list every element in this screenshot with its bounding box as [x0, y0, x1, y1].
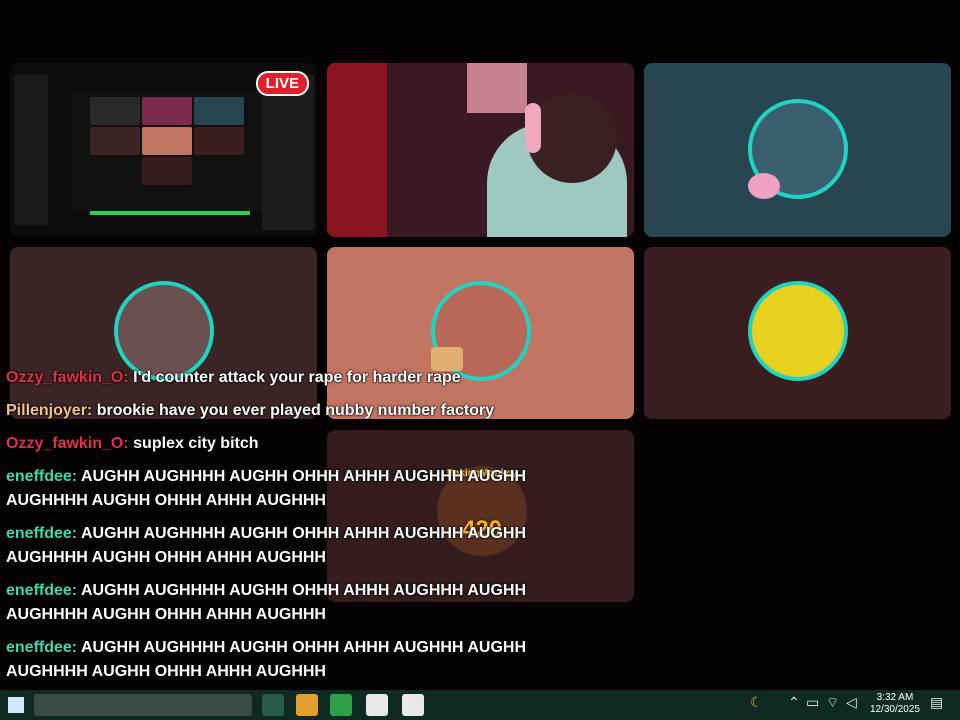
taskbar-app-icon[interactable]	[296, 694, 318, 716]
search-input[interactable]	[34, 694, 252, 716]
curtain	[327, 63, 387, 237]
mini-chat	[262, 75, 314, 230]
chat-message: Ozzy_fawkin_O: suplex city bitch	[6, 432, 526, 456]
chat-username[interactable]: Ozzy_fawkin_O:	[6, 435, 129, 452]
webcam-tile[interactable]	[327, 63, 634, 237]
chat-text: AUGHH AUGHHHH AUGHH OHHH AHHH AUGHHH AUG…	[6, 468, 526, 509]
live-badge: LIVE	[255, 71, 309, 96]
chat-text: I'd counter attack your rape for harder …	[133, 369, 461, 386]
donut-icon	[748, 173, 780, 199]
mini-tile	[90, 97, 140, 125]
taskbar: ☾ ⌃ ▭ ⌔ ◁ 3:32 AM 12/30/2025 ▤	[0, 690, 960, 720]
clock[interactable]: 3:32 AM 12/30/2025	[870, 692, 920, 716]
mini-tile	[194, 127, 244, 155]
wifi-icon[interactable]: ⌔	[826, 694, 839, 712]
participant-tile[interactable]	[644, 63, 951, 237]
mini-sidebar	[14, 75, 48, 225]
chat-message: eneffdee: AUGHH AUGHHHH AUGHH OHHH AHHH …	[6, 579, 526, 627]
headphone-icon	[525, 103, 541, 153]
chat-text: AUGHH AUGHHHH AUGHH OHHH AHHH AUGHHH AUG…	[6, 582, 526, 623]
chat-text: suplex city bitch	[133, 435, 259, 452]
chat-overlay: Ozzy_fawkin_O: I'd counter attack your r…	[6, 366, 526, 693]
notification-icon[interactable]: ▤	[930, 694, 943, 711]
mini-tile	[142, 157, 192, 185]
moon-icon[interactable]: ☾	[750, 694, 763, 711]
participant-tile[interactable]	[644, 247, 951, 419]
chat-username[interactable]: eneffdee:	[6, 639, 77, 656]
volume-icon[interactable]: ◁	[846, 694, 857, 711]
screen-share-tile[interactable]: LIVE	[10, 63, 317, 237]
chat-username[interactable]: eneffdee:	[6, 525, 77, 542]
chat-text: AUGHH AUGHHHH AUGHH OHHH AHHH AUGHHH AUG…	[6, 639, 526, 680]
participant-avatar	[748, 281, 848, 381]
chat-message: eneffdee: AUGHH AUGHHHH AUGHH OHHH AHHH …	[6, 522, 526, 570]
taskbar-app-icon[interactable]	[366, 694, 388, 716]
mini-tile	[142, 97, 192, 125]
chat-message: Pillenjoyer: brookie have you ever playe…	[6, 399, 526, 423]
mini-call-grid	[72, 91, 262, 215]
mini-tile	[90, 127, 140, 155]
taskbar-app-icon[interactable]	[262, 694, 284, 716]
mini-progress	[90, 211, 250, 215]
chat-text: brookie have you ever played nubby numbe…	[96, 402, 495, 419]
chat-message: eneffdee: AUGHH AUGHHHH AUGHH OHHH AHHH …	[6, 465, 526, 513]
chat-message: Ozzy_fawkin_O: I'd counter attack your r…	[6, 366, 526, 390]
chat-username[interactable]: Ozzy_fawkin_O:	[6, 369, 129, 386]
window	[467, 63, 527, 113]
chat-username[interactable]: eneffdee:	[6, 582, 77, 599]
clock-time: 3:32 AM	[876, 692, 914, 703]
taskbar-app-icon[interactable]	[330, 694, 352, 716]
network-icon[interactable]: ▭	[806, 694, 819, 711]
taskbar-app-icon[interactable]	[402, 694, 424, 716]
start-icon[interactable]	[8, 697, 24, 713]
chat-message: eneffdee: AUGHH AUGHHHH AUGHH OHHH AHHH …	[6, 636, 526, 684]
mini-tile	[142, 127, 192, 155]
chat-username[interactable]: eneffdee:	[6, 468, 77, 485]
clock-date: 12/30/2025	[869, 704, 920, 715]
chat-text: AUGHH AUGHHHH AUGHH OHHH AHHH AUGHHH AUG…	[6, 525, 526, 566]
mini-tile	[194, 97, 244, 125]
chevron-up-icon[interactable]: ⌃	[788, 694, 800, 711]
chat-username[interactable]: Pillenjoyer:	[6, 402, 92, 419]
